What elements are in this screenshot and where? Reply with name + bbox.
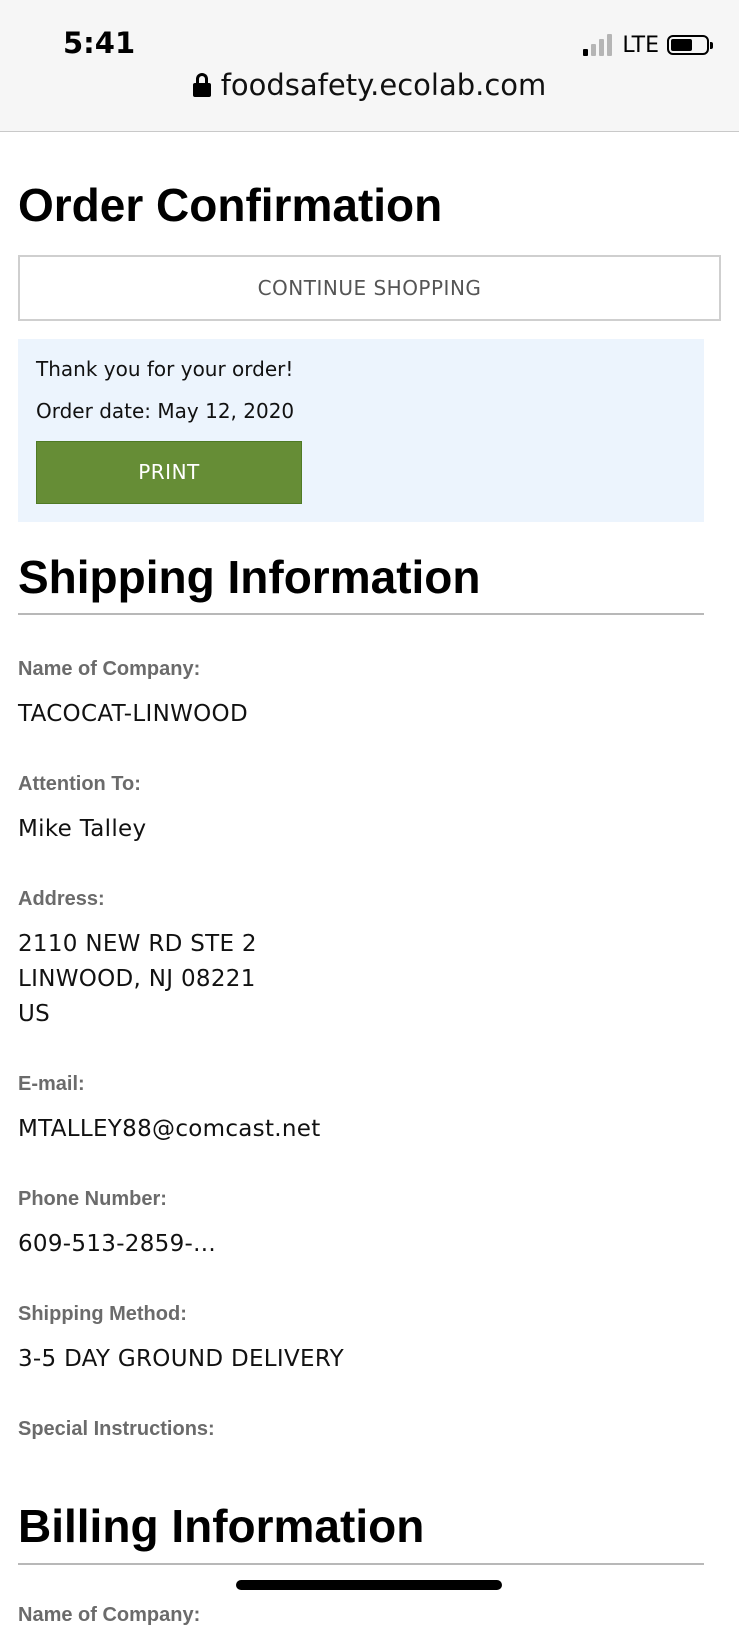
phone-field: Phone Number: 609-513-2859-... <box>18 1187 721 1262</box>
page-title: Order Confirmation <box>18 179 443 231</box>
order-summary-box: Thank you for your order! Order date: Ma… <box>18 339 704 523</box>
shipping-method-field: Shipping Method: 3-5 DAY GROUND DELIVERY <box>18 1302 721 1377</box>
battery-icon <box>667 35 713 55</box>
field-label: Name of Company: <box>18 658 201 681</box>
field-label: Shipping Method: <box>18 1303 187 1326</box>
field-value: 3-5 DAY GROUND DELIVERY <box>18 1346 345 1373</box>
field-label: Name of Company: <box>18 1603 201 1626</box>
field-value: Mike Talley <box>18 816 147 843</box>
address-line: LINWOOD, NJ 08221 <box>18 966 256 993</box>
field-label: Special Instructions: <box>18 1418 215 1441</box>
field-label: Phone Number: <box>18 1188 167 1211</box>
print-button[interactable]: PRINT <box>36 441 302 505</box>
cellular-signal-icon <box>583 34 613 56</box>
lock-icon <box>192 73 211 97</box>
browser-top-bar: 5:41 LTE foodsafety.ecolab.com <box>0 0 739 132</box>
shipping-section-title: Shipping Information <box>18 550 704 616</box>
status-time: 5:41 <box>63 26 136 60</box>
continue-shopping-button[interactable]: CONTINUE SHOPPING <box>18 255 721 322</box>
special-instructions-field: Special Instructions: <box>18 1417 721 1441</box>
home-indicator[interactable] <box>236 1580 502 1590</box>
address-line: US <box>18 1001 51 1028</box>
address-line: 2110 NEW RD STE 2 <box>18 931 257 958</box>
billing-section-title: Billing Information <box>18 1499 704 1565</box>
page-content: Order Confirmation CONTINUE SHOPPING Tha… <box>18 132 721 1627</box>
company-field: Name of Company: TACOCAT-LINWOOD <box>18 657 721 732</box>
field-label: Attention To: <box>18 773 141 796</box>
status-indicators: LTE <box>583 30 713 60</box>
field-label: Address: <box>18 888 105 911</box>
address-field: Address: 2110 NEW RD STE 2 LINWOOD, NJ 0… <box>18 887 721 1032</box>
field-label: E-mail: <box>18 1073 85 1096</box>
shipping-fields: Name of Company: TACOCAT-LINWOOD Attenti… <box>18 657 721 1441</box>
thank-you-message: Thank you for your order! <box>36 357 294 382</box>
url-text[interactable]: foodsafety.ecolab.com <box>221 68 547 102</box>
order-date: Order date: May 12, 2020 <box>36 399 295 424</box>
field-value: 609-513-2859-... <box>18 1231 216 1258</box>
field-value: MTALLEY88@comcast.net <box>18 1116 321 1143</box>
field-value: TACOCAT-LINWOOD <box>18 701 248 728</box>
network-type: LTE <box>622 32 659 58</box>
address-lines: 2110 NEW RD STE 2 LINWOOD, NJ 08221 US <box>18 927 721 1032</box>
address-bar[interactable]: foodsafety.ecolab.com <box>0 68 739 102</box>
email-field: E-mail: MTALLEY88@comcast.net <box>18 1072 721 1147</box>
attention-field: Attention To: Mike Talley <box>18 772 721 847</box>
